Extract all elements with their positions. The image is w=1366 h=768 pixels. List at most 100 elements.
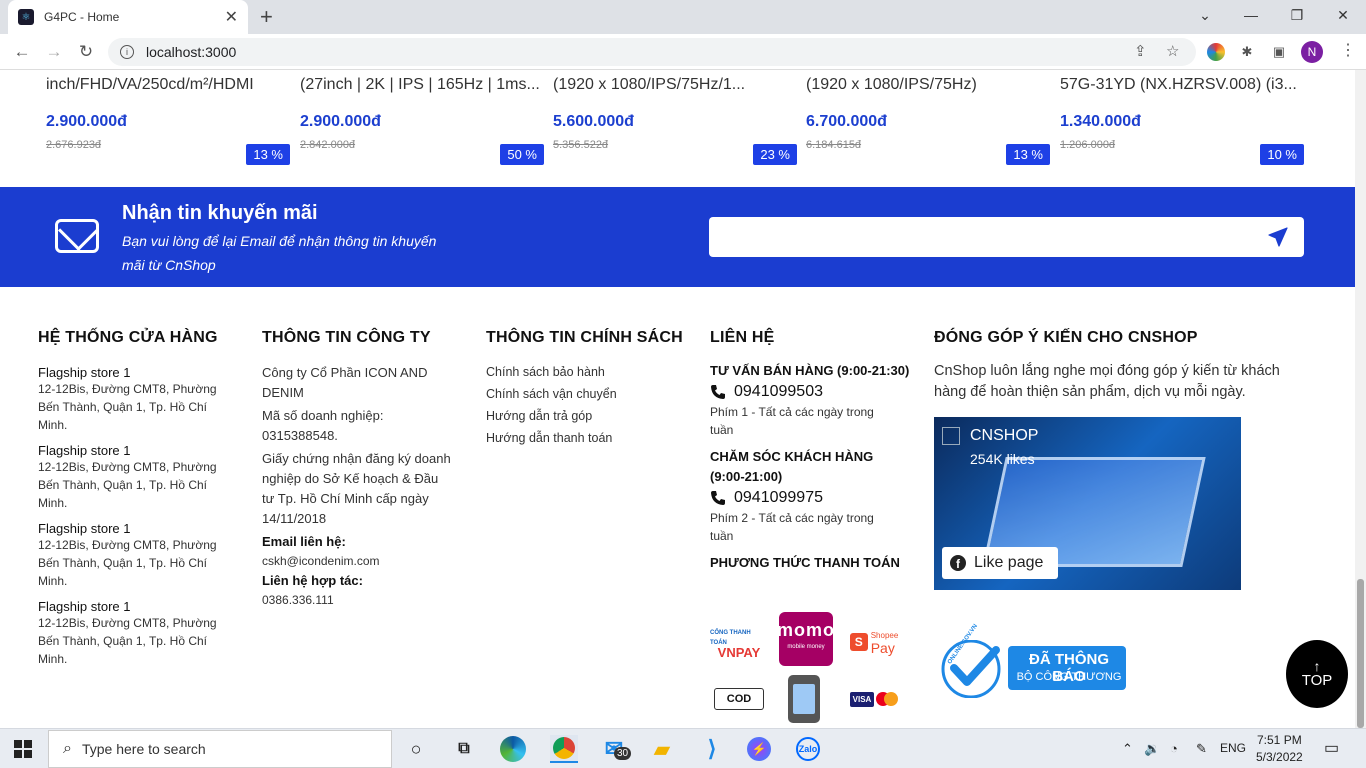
company-name: Công ty Cổ Phần ICON AND DENIM <box>262 365 428 400</box>
notification-icon[interactable]: ▭ <box>1324 738 1339 758</box>
new-tab-button[interactable]: + <box>260 4 273 30</box>
store-address: 12-12Bis, Đường CMT8, Phường Bến Thành, … <box>38 616 217 666</box>
file-explorer-icon[interactable]: ▰ <box>648 735 676 763</box>
facebook-page-widget[interactable]: CNSHOP 254K likes f Like page <box>934 417 1241 590</box>
search-icon: ⌕ <box>63 740 72 757</box>
policy-link-shipping[interactable]: Chính sách vận chuyển <box>486 383 686 405</box>
share-icon[interactable]: ⇪ <box>1134 42 1147 60</box>
partner-phone[interactable]: 0386.336.111 <box>262 591 452 609</box>
zalo-icon[interactable]: Zalo <box>796 737 820 761</box>
omnibox[interactable]: i localhost:3000 ⇪ ☆ <box>108 38 1196 66</box>
page-scrollbar[interactable] <box>1355 70 1366 728</box>
site-info-icon[interactable]: i <box>120 45 134 59</box>
feedback-column: ĐÓNG GÓP Ý KIẾN CHO CNSHOP CnShop luôn l… <box>934 329 1314 403</box>
reload-icon[interactable]: ↻ <box>74 40 98 64</box>
policy-heading: THÔNG TIN CHÍNH SÁCH <box>486 329 683 346</box>
product-card[interactable]: (1920 x 1080/IPS/75Hz/1... 5.600.000đ 5.… <box>553 70 799 180</box>
windows-start-icon[interactable] <box>14 740 32 758</box>
product-name[interactable]: (27inch | 2K | IPS | 165Hz | 1ms... <box>300 76 540 94</box>
fb-likes: 254K likes <box>970 451 1035 467</box>
bookmark-star-icon[interactable]: ☆ <box>1166 42 1179 60</box>
network-icon[interactable]: ◔ <box>1170 741 1178 756</box>
taskbar-clock[interactable]: 7:51 PM 5/3/2022 <box>1256 732 1303 766</box>
fb-page-name[interactable]: CNSHOP <box>970 427 1038 445</box>
clock-date: 5/3/2022 <box>1256 750 1303 764</box>
vscode-icon[interactable]: ⟩ <box>698 735 726 763</box>
language-indicator[interactable]: ENG <box>1220 741 1246 755</box>
react-favicon-icon: ⚛ <box>18 9 34 25</box>
care-note: Phím 2 - Tất cả các ngày trong tuần <box>710 511 874 543</box>
newsletter-title: Nhận tin khuyến mãi <box>122 202 318 224</box>
product-price: 2.900.000đ <box>300 113 381 130</box>
bo-cong-thuong-badge[interactable]: ONLINE.GOV.VN ĐÃ THÔNG BÁO BỘ CÔNG THƯƠN… <box>940 623 1127 699</box>
edge-icon[interactable] <box>500 736 526 762</box>
taskbar-search-box[interactable]: ⌕ Type here to search <box>48 730 392 768</box>
care-phone-row[interactable]: 0941099975 <box>710 489 910 507</box>
send-icon[interactable] <box>1268 227 1288 247</box>
browser-menu-icon[interactable]: ⋮ <box>1340 40 1356 60</box>
product-card[interactable]: (27inch | 2K | IPS | 165Hz | 1ms... 2.90… <box>300 70 546 180</box>
extension-color-icon[interactable] <box>1207 43 1225 61</box>
mail-icon <box>55 219 99 253</box>
store-name: Flagship store 1 <box>38 443 131 458</box>
sales-phone-row[interactable]: 0941099503 <box>710 383 910 401</box>
care-phone[interactable]: 0941099975 <box>734 489 823 507</box>
discount-badge: 23 % <box>753 144 797 165</box>
back-icon[interactable]: ← <box>10 40 34 64</box>
messenger-icon[interactable]: ⚡ <box>747 737 771 761</box>
broken-image-icon <box>942 427 960 445</box>
product-card[interactable]: (1920 x 1080/IPS/75Hz) 6.700.000đ 6.184.… <box>806 70 1052 180</box>
policy-link-warranty[interactable]: Chính sách bảo hành <box>486 361 686 383</box>
cod-text: COD <box>726 693 752 705</box>
policy-link-payment[interactable]: Hướng dẫn thanh toán <box>486 427 686 449</box>
browser-tab-bar: ⚛ G4PC - Home ✕ + ⌄ — ❐ ✕ <box>0 0 1366 34</box>
banking-phone-logo <box>788 675 820 723</box>
close-window-button[interactable]: ✕ <box>1320 0 1366 30</box>
restore-button[interactable]: ❐ <box>1274 0 1320 30</box>
cod-logo: COD <box>714 688 764 710</box>
chrome-icon[interactable] <box>550 735 578 763</box>
like-page-button[interactable]: f Like page <box>942 547 1058 579</box>
partner-label: Liên hệ hợp tác: <box>262 573 363 588</box>
newsletter-banner: Nhận tin khuyến mãi Bạn vui lòng để lại … <box>0 187 1366 287</box>
tab-title: G4PC - Home <box>44 10 120 24</box>
company-license: Giấy chứng nhận đăng ký doanh nghiệp do … <box>262 451 451 526</box>
pen-icon[interactable]: ✎ <box>1196 741 1207 757</box>
store-address: 12-12Bis, Đường CMT8, Phường Bến Thành, … <box>38 460 217 510</box>
address-bar-row: ← → ↻ i localhost:3000 ⇪ ☆ <box>0 34 1366 70</box>
product-price: 2.900.000đ <box>46 113 127 130</box>
side-panel-icon[interactable]: ▣ <box>1270 43 1288 61</box>
discount-badge: 10 % <box>1260 144 1304 165</box>
contact-email[interactable]: cskh@icondenim.com <box>262 552 452 570</box>
facebook-icon: f <box>950 555 966 571</box>
policy-link-installment[interactable]: Hướng dẫn trả góp <box>486 405 686 427</box>
show-hidden-icons-icon[interactable]: ⌃ <box>1122 741 1133 757</box>
back-to-top-button[interactable]: ↑ TOP <box>1286 640 1348 708</box>
product-name[interactable]: 57G-31YD (NX.HZRSV.008) (i3... <box>1060 76 1300 94</box>
sales-phone[interactable]: 0941099503 <box>734 383 823 401</box>
cortana-icon[interactable]: ○ <box>402 735 430 763</box>
windows-taskbar: ⌕ Type here to search ○ ⧉ ✉ 30 ▰ ⟩ ⚡ Zal… <box>0 728 1366 768</box>
product-card[interactable]: 57G-31YD (NX.HZRSV.008) (i3... 1.340.000… <box>1060 70 1306 180</box>
discount-badge: 50 % <box>500 144 544 165</box>
volume-icon[interactable]: 🔉 <box>1144 741 1160 757</box>
newsletter-email-input[interactable] <box>709 217 1304 257</box>
profile-avatar[interactable]: N <box>1301 41 1323 63</box>
product-name[interactable]: inch/FHD/VA/250cd/m²/HDMI <box>46 76 286 94</box>
tab-search-icon[interactable]: ⌄ <box>1182 0 1228 30</box>
product-old-price: 1.206.000đ <box>1060 139 1116 151</box>
product-price: 5.600.000đ <box>553 113 634 130</box>
product-name[interactable]: (1920 x 1080/IPS/75Hz) <box>806 76 1046 94</box>
browser-tab[interactable]: ⚛ G4PC - Home ✕ <box>8 0 248 34</box>
extensions-puzzle-icon[interactable]: ✱ <box>1238 43 1256 61</box>
product-name[interactable]: (1920 x 1080/IPS/75Hz/1... <box>553 76 793 94</box>
store-item: Flagship store 1 12-12Bis, Đường CMT8, P… <box>38 521 238 590</box>
forward-icon[interactable]: → <box>42 40 66 64</box>
close-tab-icon[interactable]: ✕ <box>225 7 238 27</box>
store-name: Flagship store 1 <box>38 365 131 380</box>
task-view-icon[interactable]: ⧉ <box>450 735 478 763</box>
scrollbar-thumb[interactable] <box>1357 579 1364 728</box>
product-card[interactable]: inch/FHD/VA/250cd/m²/HDMI 2.900.000đ 2.6… <box>46 70 292 180</box>
minimize-button[interactable]: — <box>1228 0 1274 30</box>
url-text: localhost:3000 <box>146 44 237 60</box>
